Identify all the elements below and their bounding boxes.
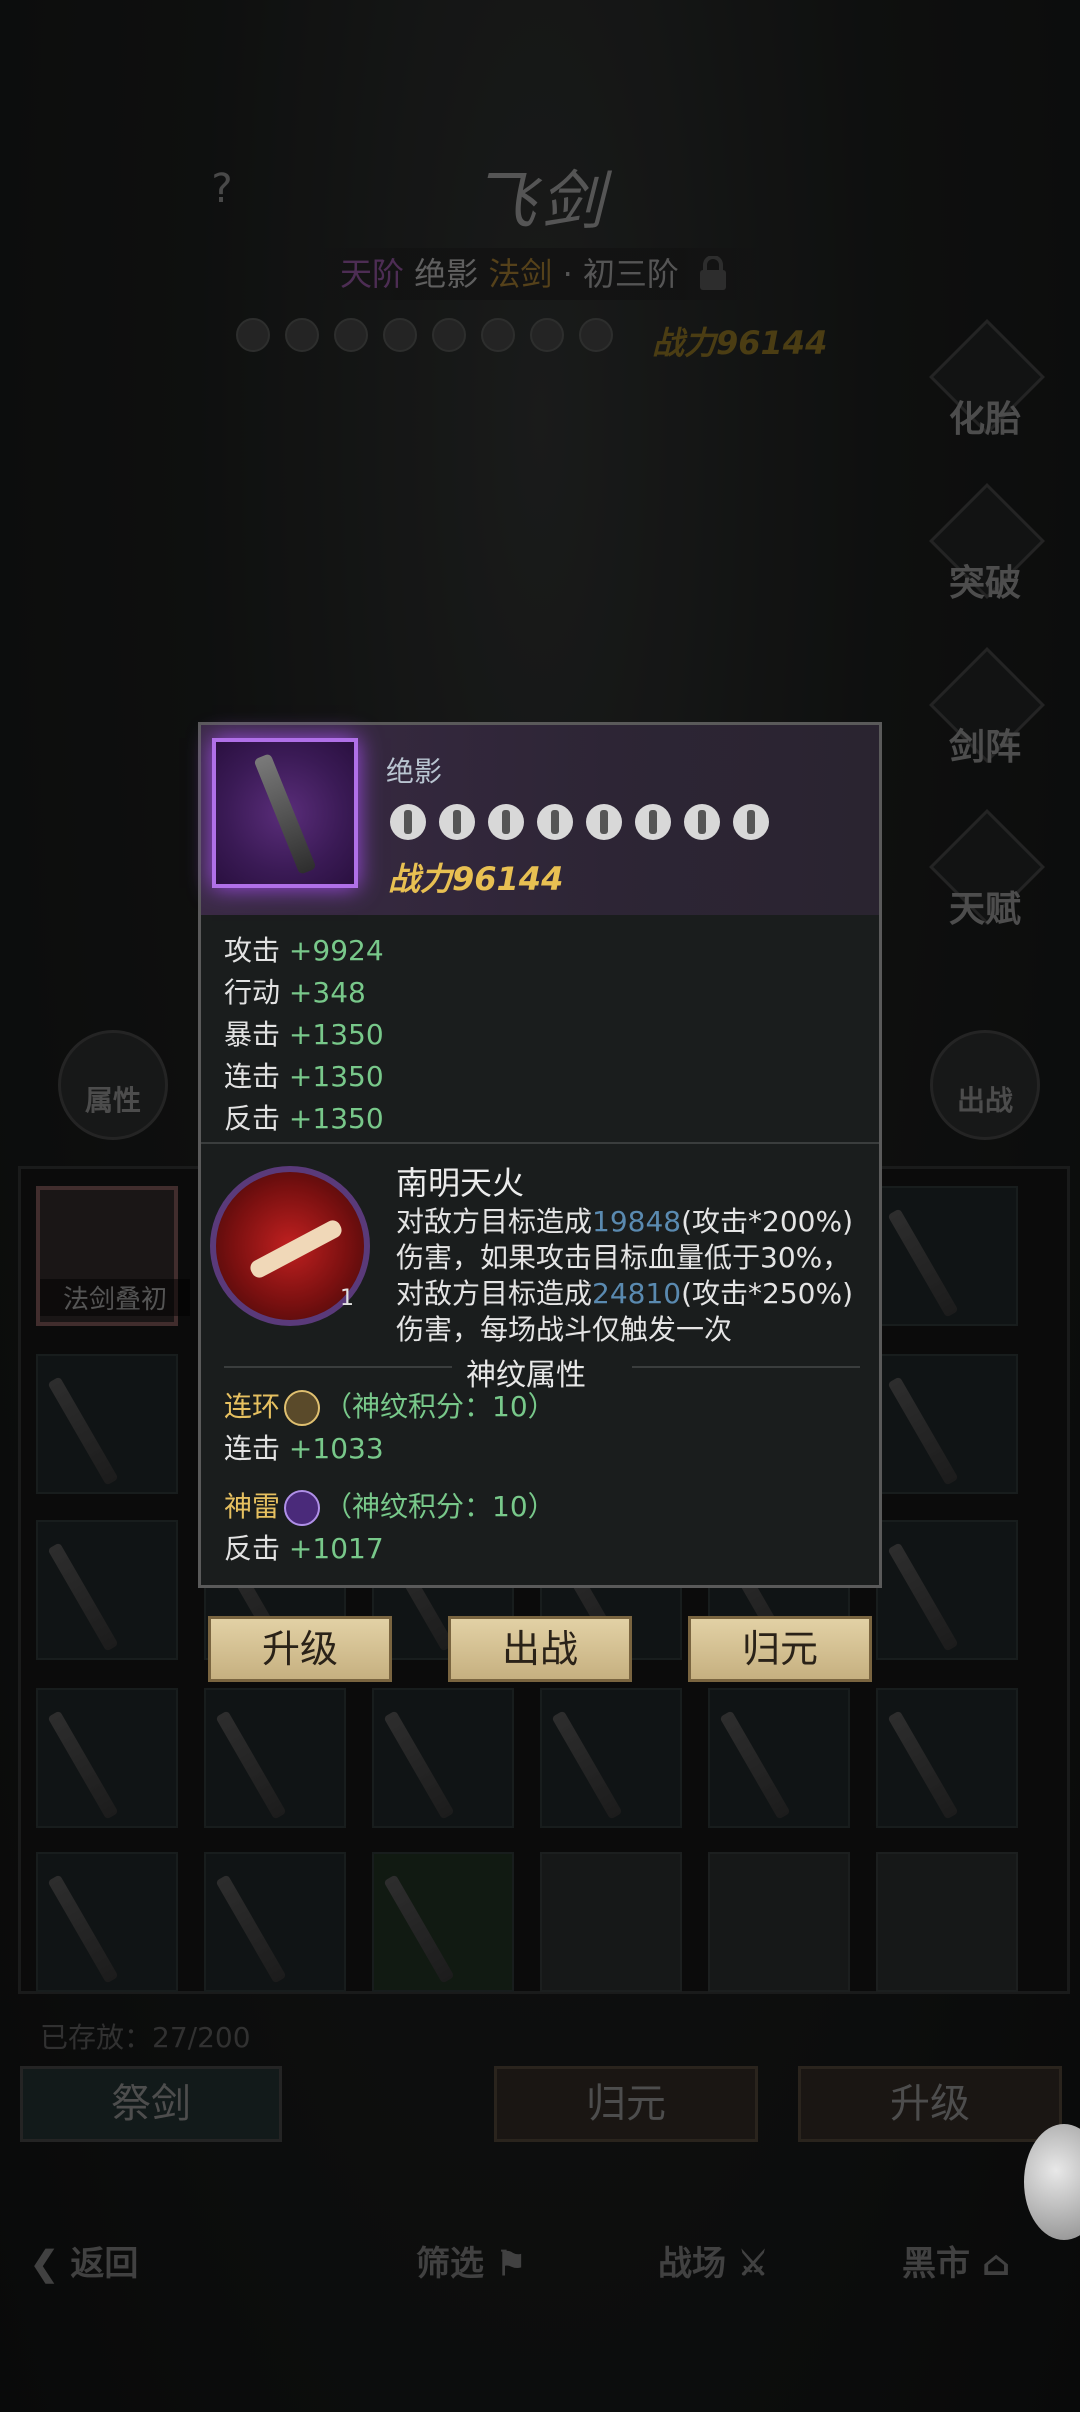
rune-score: （神纹积分：10）	[324, 1390, 556, 1423]
sword-icon	[253, 753, 317, 875]
fire-streak-icon	[247, 1217, 345, 1281]
star-icon	[733, 804, 769, 840]
divider	[201, 1142, 879, 1144]
star-icon	[684, 804, 720, 840]
stat-value: +1350	[288, 1060, 384, 1093]
stat-name: 连击	[224, 1432, 281, 1465]
rune-row: 连环 （神纹积分：10）	[224, 1386, 556, 1428]
skill-name: 南明天火	[396, 1164, 525, 1202]
star-icon	[390, 804, 426, 840]
stat-row: 暴击 +1350	[224, 1014, 384, 1056]
rune-row: 神雷 （神纹积分：10）	[224, 1486, 556, 1528]
skill-description: 对敌方目标造成19848(攻击*200%)伤害，如果攻击目标血量低于30%，对敌…	[396, 1204, 874, 1348]
stat-name: 攻击	[224, 934, 281, 967]
star-icon	[635, 804, 671, 840]
item-name: 绝影	[386, 755, 443, 788]
stat-list: 攻击 +9924 行动 +348 暴击 +1350 连击 +1350 反击 +1…	[224, 930, 384, 1140]
stat-row: 行动 +348	[224, 972, 384, 1014]
stat-row: 连击 +1350	[224, 1056, 384, 1098]
star-icon	[488, 804, 524, 840]
skill-desc-1: 对敌方目标造成	[396, 1205, 593, 1238]
stat-row: 连击 +1033	[224, 1428, 556, 1470]
skill-value-2: 24810	[592, 1277, 682, 1310]
stat-name: 行动	[224, 976, 281, 1009]
star-icon	[537, 804, 573, 840]
rune-name: 神雷	[224, 1490, 281, 1523]
popup-upgrade-button[interactable]: 升级	[208, 1616, 392, 1682]
stat-value: +1017	[288, 1532, 384, 1565]
star-icon	[586, 804, 622, 840]
stat-value: +348	[288, 976, 366, 1009]
divider	[632, 1366, 860, 1368]
divider	[224, 1366, 452, 1368]
stat-name: 暴击	[224, 1018, 281, 1051]
popup-power: 战力96144	[388, 860, 564, 898]
stat-row: 攻击 +9924	[224, 930, 384, 972]
skill-value-1: 19848	[592, 1205, 682, 1238]
skill-level: 1	[340, 1286, 354, 1311]
chain-rune-icon	[284, 1390, 321, 1426]
popup-deploy-button[interactable]: 出战	[448, 1616, 632, 1682]
popup-star-row	[390, 804, 782, 844]
stat-row: 反击 +1350	[224, 1098, 384, 1140]
thunder-rune-icon	[284, 1490, 321, 1526]
rune-score: （神纹积分：10）	[324, 1490, 556, 1523]
star-icon	[439, 804, 475, 840]
stat-value: +9924	[288, 934, 384, 967]
popup-return-origin-button[interactable]: 归元	[688, 1616, 872, 1682]
rune-list: 连环 （神纹积分：10） 连击 +1033 神雷 （神纹积分：10） 反击 +101…	[224, 1386, 556, 1570]
stat-name: 反击	[224, 1102, 281, 1135]
stat-row: 反击 +1017	[224, 1528, 556, 1570]
stat-value: +1033	[288, 1432, 384, 1465]
rune-name: 连环	[224, 1390, 281, 1423]
stat-name: 连击	[224, 1060, 281, 1093]
item-portrait	[212, 738, 358, 888]
stat-value: +1350	[288, 1018, 384, 1051]
stat-name: 反击	[224, 1532, 281, 1565]
stat-value: +1350	[288, 1102, 384, 1135]
